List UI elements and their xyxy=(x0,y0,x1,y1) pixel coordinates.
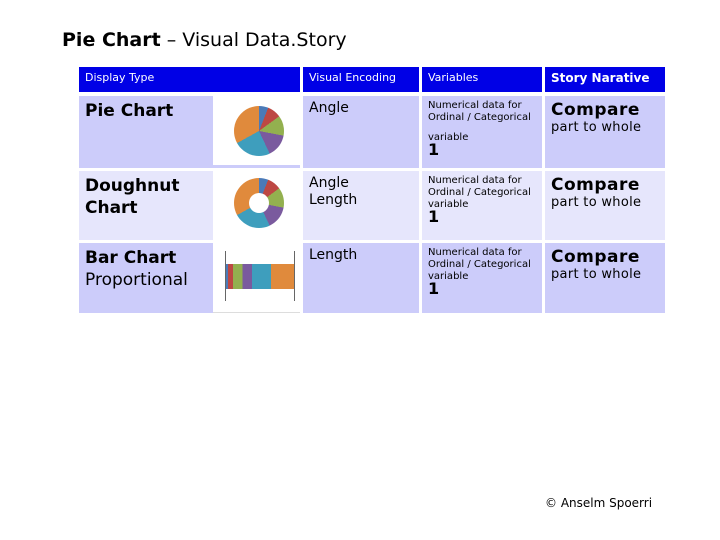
row-pie-narrative: Compare part to whole xyxy=(545,96,665,168)
row-doughnut-name: Doughnut Chart xyxy=(79,171,213,240)
copyright-footer: © Anselm Spoerri xyxy=(545,496,653,510)
row-bar-name: Bar Chart Proportional xyxy=(79,243,213,313)
header-variables: Variables xyxy=(422,67,542,92)
stacked-bar-thumbnail xyxy=(213,243,300,313)
header-display-type: Display Type xyxy=(79,67,300,92)
pie-chart-thumbnail xyxy=(213,96,300,168)
header-story-narative: Story Narative xyxy=(545,67,665,92)
row-bar-variables: Numerical data for Ordinal / Categorical v… xyxy=(422,243,542,313)
pie-chart-icon xyxy=(234,106,284,156)
row-bar-narrative: Compare part to whole xyxy=(545,243,665,313)
row-doughnut-narrative: Compare part to whole xyxy=(545,171,665,240)
row-pie-variables: Numerical data for Ordinal / Categorical v… xyxy=(422,96,542,168)
row-pie-chart-name: Pie Chart xyxy=(79,96,213,168)
row-bar-encoding: Length xyxy=(303,243,419,313)
slide-title: Pie Chart – Visual Data.Story xyxy=(62,29,347,51)
doughnut-chart-thumbnail xyxy=(213,171,300,240)
doughnut-chart-icon xyxy=(234,178,284,228)
row-pie-encoding: Angle xyxy=(303,96,419,168)
header-visual-encoding: Visual Encoding xyxy=(303,67,419,92)
row-doughnut-variables: Numerical data for Ordinal / Categorical v… xyxy=(422,171,542,240)
stacked-bar-icon xyxy=(225,251,295,301)
row-doughnut-encoding: Angle Length xyxy=(303,171,419,240)
